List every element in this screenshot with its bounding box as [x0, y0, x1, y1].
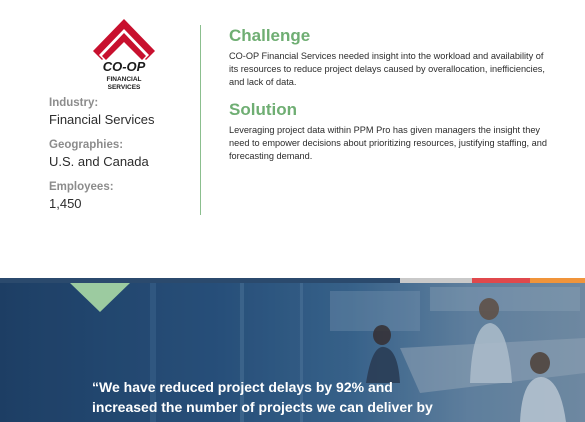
- geographies-value: U.S. and Canada: [49, 154, 149, 169]
- employees-value: 1,450: [49, 196, 82, 211]
- employees-fact: Employees: 1,450: [49, 180, 199, 212]
- pointer-triangle: [70, 283, 130, 312]
- column-divider: [200, 25, 201, 215]
- customer-quote: “We have reduced project delays by 92% a…: [92, 377, 512, 417]
- solution-title: Solution: [229, 100, 297, 119]
- svg-text:SERVICES: SERVICES: [108, 84, 141, 91]
- industry-value: Financial Services: [49, 112, 155, 127]
- solution-body: Leveraging project data within PPM Pro h…: [229, 125, 547, 161]
- industry-fact: Industry: Financial Services: [49, 96, 199, 128]
- svg-text:FINANCIAL: FINANCIAL: [106, 76, 141, 83]
- employees-label: Employees:: [49, 181, 114, 193]
- case-study-page: CO-OP FINANCIAL SERVICES Industry: Finan…: [0, 0, 585, 422]
- quote-line-1: “We have reduced project delays by 92% a…: [92, 379, 393, 395]
- solution-section: Solution Leveraging project data within …: [229, 100, 549, 163]
- industry-label: Industry:: [49, 97, 99, 109]
- company-facts: Industry: Financial Services Geographies…: [49, 96, 199, 222]
- geographies-label: Geographies:: [49, 139, 124, 151]
- co-op-logo: CO-OP FINANCIAL SERVICES: [93, 19, 155, 91]
- summary-column: Challenge CO-OP Financial Services neede…: [229, 26, 549, 163]
- challenge-body: CO-OP Financial Services needed insight …: [229, 51, 545, 87]
- svg-text:CO-OP: CO-OP: [103, 59, 146, 74]
- challenge-section: Challenge CO-OP Financial Services neede…: [229, 26, 549, 89]
- geographies-fact: Geographies: U.S. and Canada: [49, 138, 199, 170]
- challenge-title: Challenge: [229, 26, 311, 45]
- quote-line-2: increased the number of projects we can …: [92, 399, 433, 415]
